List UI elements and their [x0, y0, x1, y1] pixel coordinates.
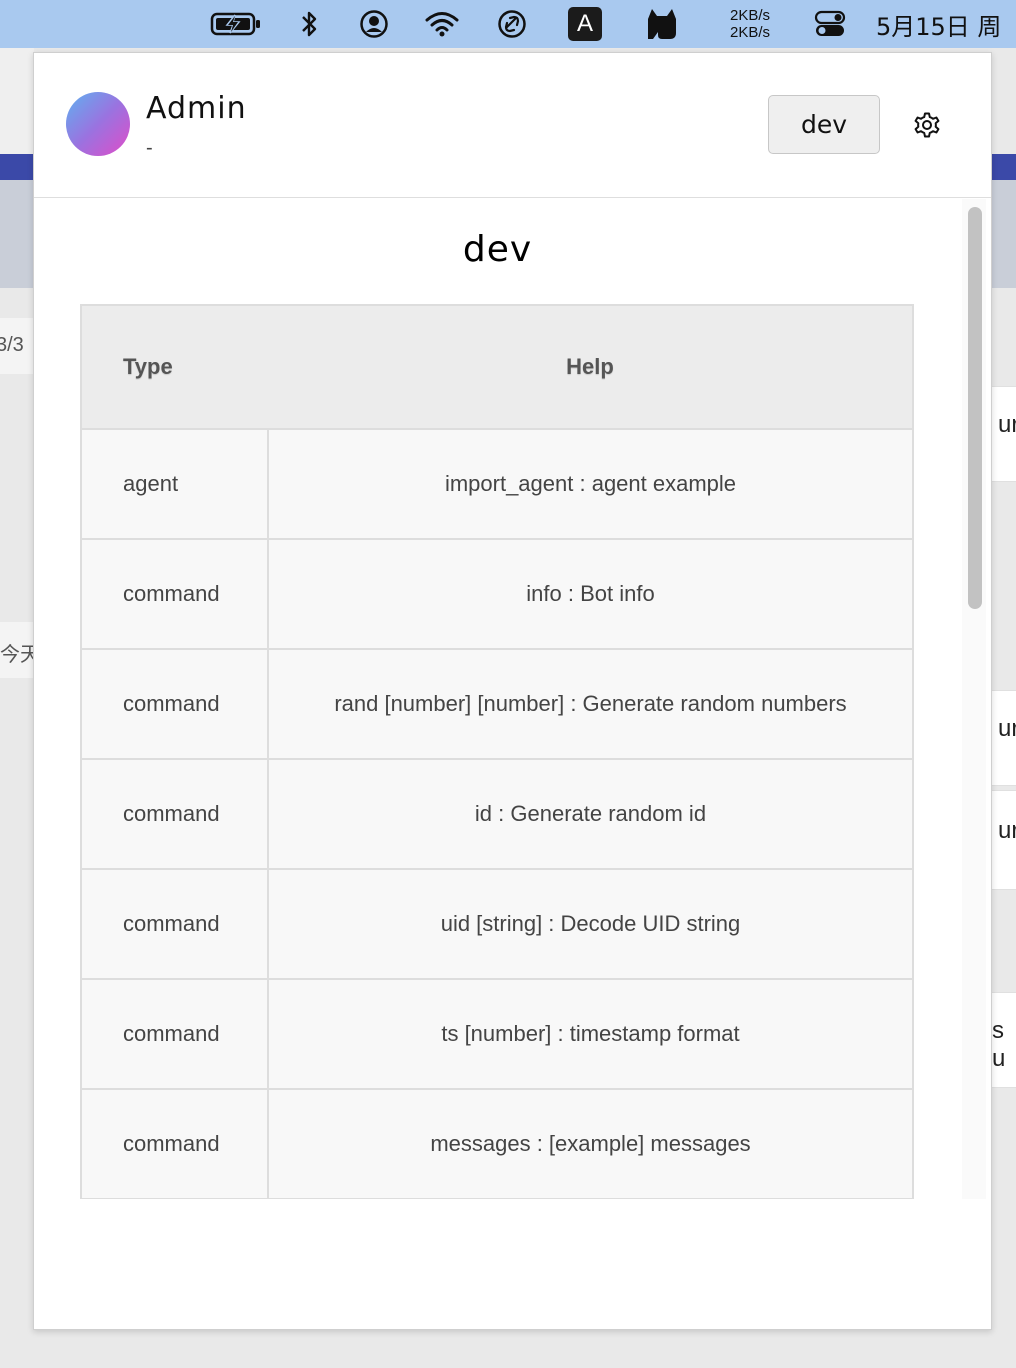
background-card: ur	[992, 690, 1016, 786]
background-card: ur	[992, 386, 1016, 482]
popover-header: Admin - dev	[34, 53, 991, 198]
background-text: ur	[998, 817, 1016, 844]
table-header-row: Type Help	[81, 305, 913, 430]
cell-type: command	[81, 1089, 269, 1199]
battery-charging-icon[interactable]	[208, 0, 264, 48]
popover-body: dev Type Help agent import_agent : agent…	[34, 199, 991, 1199]
net-up-speed: 2KB/s	[729, 7, 771, 24]
cell-type: command	[81, 979, 269, 1090]
cell-help: id : Generate random id	[268, 759, 913, 870]
menubar-clock[interactable]: 5月15日 周	[876, 0, 1016, 48]
column-header-type[interactable]: Type	[81, 305, 268, 430]
commands-table: Type Help agent import_agent : agent exa…	[80, 304, 914, 1199]
background-text: s u	[992, 1017, 1006, 1072]
popover-window: Admin - dev dev Type Help agent import_a…	[33, 52, 992, 1330]
background-window-left: 3/3 今天	[0, 48, 34, 1368]
input-method-icon[interactable]: A	[566, 0, 604, 48]
table-row[interactable]: command uid [string] : Decode UID string	[81, 869, 913, 980]
wifi-icon[interactable]	[422, 0, 462, 48]
gear-icon[interactable]	[912, 110, 942, 140]
background-text: 今天	[0, 644, 34, 666]
background-card: s u	[992, 992, 1016, 1088]
user-subtitle: -	[146, 137, 153, 159]
bluetooth-icon[interactable]	[294, 0, 324, 48]
table-row[interactable]: command id : Generate random id	[81, 759, 913, 870]
table-row[interactable]: command messages : [example] messages	[81, 1089, 913, 1199]
table-row[interactable]: agent import_agent : agent example	[81, 429, 913, 540]
cat-icon[interactable]	[642, 0, 682, 48]
table-row[interactable]: command ts [number] : timestamp format	[81, 979, 913, 1090]
table-row[interactable]: command rand [number] [number] : Generat…	[81, 649, 913, 760]
user-circle-icon[interactable]	[356, 0, 392, 48]
background-text: ur	[998, 715, 1016, 742]
background-card: ur	[992, 790, 1016, 890]
user-name: Admin	[146, 91, 247, 126]
environment-button[interactable]: dev	[768, 95, 880, 154]
control-center-icon[interactable]	[810, 0, 850, 48]
page-title: dev	[462, 229, 533, 270]
network-speed[interactable]: 2KB/s 2KB/s	[716, 0, 784, 48]
scrollbar-thumb[interactable]	[968, 207, 982, 609]
cell-help: import_agent : agent example	[268, 429, 913, 540]
net-down-speed: 2KB/s	[729, 24, 771, 41]
cell-type: command	[81, 539, 269, 650]
cell-help: rand [number] [number] : Generate random…	[268, 649, 913, 760]
background-text: ur	[998, 411, 1016, 438]
cell-type: command	[81, 869, 269, 980]
cell-help: ts [number] : timestamp format	[268, 979, 913, 1090]
cell-help: uid [string] : Decode UID string	[268, 869, 913, 980]
cell-help: info : Bot info	[268, 539, 913, 650]
column-header-help[interactable]: Help	[268, 305, 913, 430]
background-text: 3/3	[0, 334, 24, 356]
menu-bar: A 2KB/s 2KB/s 5月15日 周	[0, 0, 1016, 48]
avatar[interactable]	[66, 92, 130, 156]
cell-type: agent	[81, 429, 269, 540]
table-row[interactable]: command info : Bot info	[81, 539, 913, 650]
cell-type: command	[81, 759, 269, 870]
cell-type: command	[81, 649, 269, 760]
link-icon[interactable]	[494, 0, 530, 48]
cell-help: messages : [example] messages	[268, 1089, 913, 1199]
input-method-label: A	[568, 7, 602, 41]
